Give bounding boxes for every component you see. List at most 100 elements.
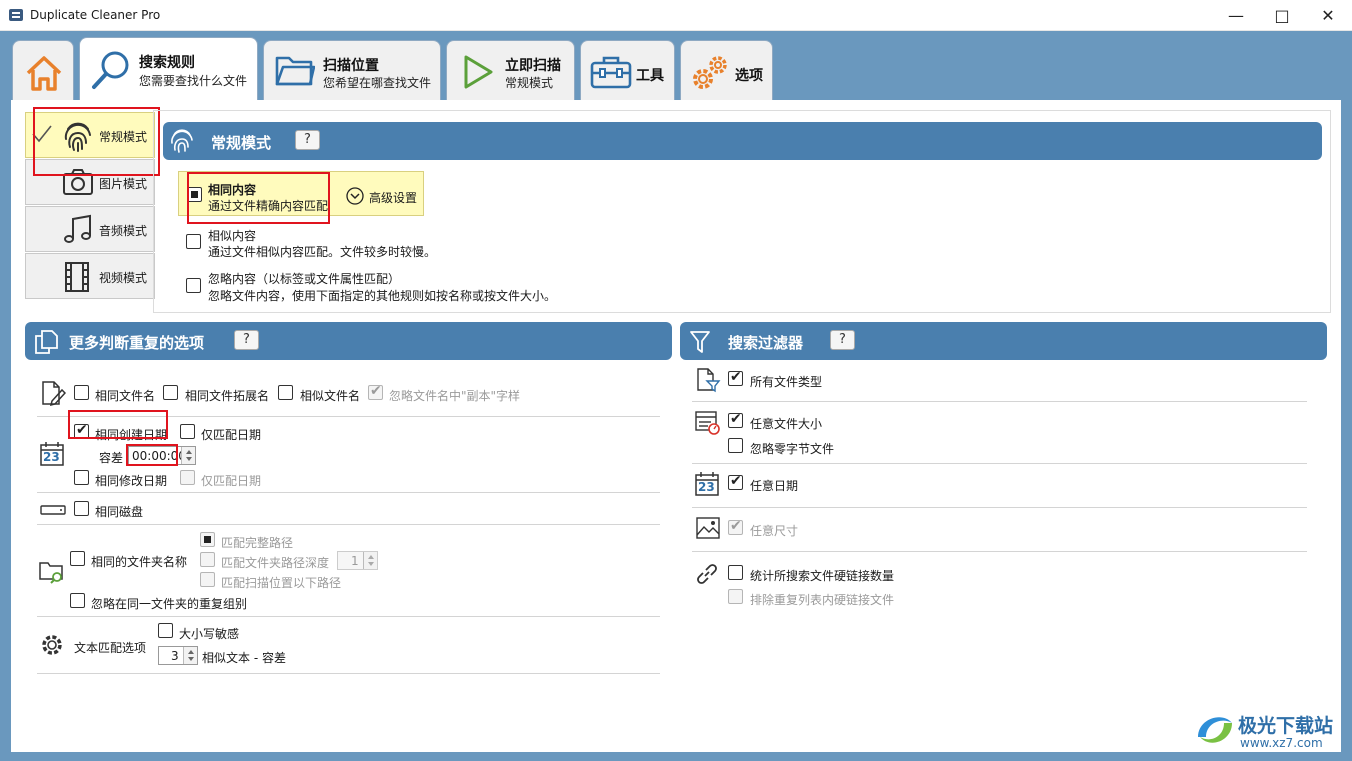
match-below-scan-radio[interactable] [200, 572, 215, 587]
case-sensitive-label: 大小写敏感 [179, 627, 240, 641]
window-title: Duplicate Cleaner Pro [30, 8, 161, 22]
exclude-hardlinks-label: 排除重复列表内硬链接文件 [750, 593, 895, 607]
home-icon [26, 56, 62, 91]
ignore-content-radio[interactable] [186, 278, 201, 293]
ignore-zero-byte-label: 忽略零字节文件 [750, 442, 835, 456]
close-button[interactable]: ✕ [1305, 0, 1351, 31]
similar-filename-label: 相似文件名 [300, 389, 361, 403]
more-options-header: 更多判断重复的选项 ? [25, 322, 672, 360]
any-dimension-checkbox[interactable] [728, 518, 743, 535]
tab-tools[interactable]: 工具 [580, 40, 675, 102]
toolbox-icon [590, 56, 632, 89]
any-file-size-label: 任意文件大小 [750, 417, 823, 431]
ignore-copy-label: 忽略文件名中"副本"字样 [389, 389, 521, 403]
mode-video-label: 视频模式 [99, 271, 148, 285]
match-date-only-1-checkbox[interactable] [180, 424, 195, 439]
film-icon [65, 262, 89, 292]
match-date-only-2-checkbox[interactable] [180, 470, 195, 485]
highlight-box [187, 172, 330, 224]
advanced-settings-label: 高级设置 [369, 191, 418, 205]
same-folder-name-checkbox[interactable] [70, 551, 85, 566]
tab-options[interactable]: 选项 [680, 40, 773, 102]
more-options-help-button[interactable]: ? [234, 330, 259, 350]
maximize-button[interactable]: □ [1259, 0, 1305, 31]
gear-icon [42, 635, 62, 655]
exclude-hardlinks-checkbox[interactable] [728, 589, 743, 604]
tab-scan-location[interactable]: 扫描位置 您希望在哪查找文件 [263, 40, 441, 102]
path-depth-spinner-arrows[interactable] [363, 552, 377, 569]
ignore-content-title: 忽略内容（以标签或文件属性匹配） [208, 272, 401, 286]
divider [692, 551, 1307, 552]
tab-home[interactable] [12, 40, 74, 102]
match-full-path-label: 匹配完整路径 [221, 536, 294, 550]
mode-audio-label: 音频模式 [99, 224, 148, 238]
ignore-zero-byte-checkbox[interactable] [728, 438, 743, 453]
same-folder-name-label: 相同的文件夹名称 [91, 555, 188, 569]
normal-mode-help-button[interactable]: ? [295, 130, 320, 150]
similar-content-title: 相似内容 [208, 229, 257, 243]
similar-filename-checkbox[interactable] [278, 385, 293, 400]
mode-video-button[interactable]: 视频模式 [25, 253, 155, 299]
chevron-down-circle-icon [346, 187, 364, 205]
ignore-same-folder-label: 忽略在同一文件夹的重复组别 [91, 597, 248, 611]
count-hardlinks-checkbox[interactable] [728, 565, 743, 580]
same-filename-label: 相同文件名 [95, 389, 156, 403]
divider [37, 673, 660, 674]
any-file-size-checkbox[interactable] [728, 411, 743, 428]
same-modified-date-checkbox[interactable] [74, 470, 89, 485]
disk-icon [40, 505, 66, 515]
copy-icon [35, 330, 58, 354]
tab-options-title: 选项 [735, 68, 763, 84]
tolerance-spinner-arrows[interactable] [181, 447, 195, 464]
file-edit-icon [42, 381, 66, 406]
similar-text-spinner-arrows[interactable] [183, 647, 197, 664]
tab-search-rules[interactable]: 搜索规则 您需要查找什么文件 [79, 37, 258, 102]
same-disk-label: 相同磁盘 [95, 505, 144, 519]
play-icon [464, 55, 493, 89]
any-dimension-label: 任意尺寸 [750, 524, 799, 538]
match-path-depth-radio[interactable] [200, 552, 215, 567]
path-depth-input[interactable]: 1 [337, 551, 378, 570]
similar-text-tolerance-label: 相似文本 - 容差 [202, 651, 286, 665]
gears-icon [693, 56, 727, 89]
tab-search-rules-title: 搜索规则 [139, 55, 195, 71]
divider [692, 401, 1307, 402]
main-tab-bar: 搜索规则 您需要查找什么文件 扫描位置 您希望在哪查找文件 立即扫描 常规模式 … [0, 31, 1352, 102]
match-full-path-radio[interactable] [200, 532, 215, 547]
advanced-settings-button[interactable]: 高级设置 [338, 180, 421, 210]
ignore-copy-checkbox[interactable] [368, 383, 383, 400]
same-extension-checkbox[interactable] [163, 385, 178, 400]
search-icon [92, 51, 129, 89]
path-depth-value: 1 [351, 554, 359, 568]
tolerance-label: 容差 [99, 451, 124, 465]
text-match-label: 文本匹配选项 [74, 641, 147, 655]
highlight-box [33, 107, 160, 176]
file-size-icon [695, 411, 720, 435]
match-date-only-1-label: 仅匹配日期 [201, 428, 262, 442]
match-below-scan-label: 匹配扫描位置以下路径 [221, 576, 342, 590]
similar-content-radio[interactable] [186, 234, 201, 249]
ignore-same-folder-checkbox[interactable] [70, 593, 85, 608]
search-filters-help-button[interactable]: ? [830, 330, 855, 350]
search-filters-title: 搜索过滤器 [728, 334, 804, 352]
image-dimension-icon [696, 517, 720, 539]
same-disk-checkbox[interactable] [74, 501, 89, 516]
search-filters-header: 搜索过滤器 ? [680, 322, 1327, 360]
app-icon [9, 9, 23, 21]
watermark: 极光下载站 www.xz7.com [1192, 703, 1344, 757]
same-extension-label: 相同文件拓展名 [185, 389, 270, 403]
tab-scan-now[interactable]: 立即扫描 常规模式 [446, 40, 575, 102]
all-file-types-checkbox[interactable] [728, 369, 743, 386]
any-date-checkbox[interactable] [728, 473, 743, 490]
similar-content-desc: 通过文件相似内容匹配。文件较多时较慢。 [208, 245, 437, 259]
tab-scan-now-subtitle: 常规模式 [505, 76, 554, 90]
minimize-button[interactable]: — [1213, 0, 1259, 31]
calendar-day: 23 [43, 450, 60, 464]
case-sensitive-checkbox[interactable] [158, 623, 173, 638]
similar-text-tolerance-input[interactable]: 3 [158, 646, 198, 665]
mode-audio-button[interactable]: 音频模式 [25, 206, 155, 252]
tab-tools-title: 工具 [636, 68, 664, 84]
same-filename-checkbox[interactable] [74, 385, 89, 400]
link-icon [697, 564, 717, 584]
match-path-depth-label: 匹配文件夹路径深度 [221, 556, 330, 570]
